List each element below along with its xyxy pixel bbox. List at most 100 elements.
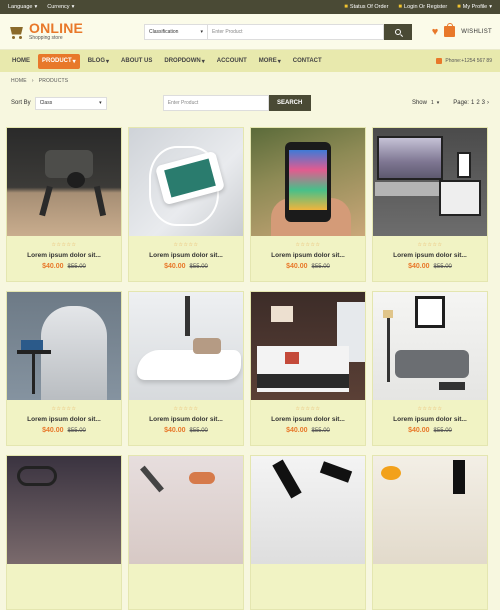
header-search-button[interactable] <box>384 23 412 40</box>
currency-selector[interactable]: Currency ▾ <box>47 4 74 10</box>
product-name[interactable]: Lorem ipsum dolor sit... <box>129 252 243 259</box>
breadcrumb-separator: › <box>31 78 34 84</box>
brand-name: ONLINE <box>29 20 84 36</box>
search-placeholder: Enter Product <box>167 100 199 106</box>
product-price: $40.00 <box>164 427 186 434</box>
product-card[interactable]: ☆☆☆☆☆ Lorem ipsum dolor sit... $40.00 $55… <box>128 291 244 446</box>
product-image-cosmetics[interactable] <box>373 456 487 564</box>
truck-icon: ■ <box>344 4 348 10</box>
nav-account[interactable]: ACCOUNT <box>213 54 251 68</box>
nav-about[interactable]: ABOUT US <box>117 54 156 68</box>
product-name[interactable]: Lorem ipsum dolor sit... <box>373 416 487 423</box>
order-status-link[interactable]: ■ Status Of Order <box>344 4 388 10</box>
product-name[interactable]: Lorem ipsum dolor sit... <box>7 252 121 259</box>
product-image-drone[interactable] <box>7 128 121 236</box>
chevron-down-icon: ▾ <box>106 58 110 65</box>
site-logo[interactable]: ONLINE Shopping store <box>8 20 140 41</box>
product-card[interactable] <box>128 455 244 610</box>
language-selector[interactable]: Language ▾ <box>8 4 37 10</box>
chevron-down-icon: ▾ <box>71 4 75 10</box>
next-page[interactable]: › <box>487 100 489 106</box>
product-image-chair[interactable] <box>7 292 121 400</box>
page-1[interactable]: 1 <box>471 100 474 106</box>
product-search-button[interactable]: SEARCH <box>268 95 311 111</box>
category-value: Classification <box>149 28 179 35</box>
page-3[interactable]: 3 <box>482 100 485 106</box>
nav-dropdown[interactable]: DROPDOWN ▾ <box>160 54 208 69</box>
main-nav: HOME PRODUCT ▾ BLOG ▾ ABOUT US DROPDOWN ▾ A… <box>0 50 500 72</box>
product-toolbar: Sort By Class ▾ Enter Product SEARCH Show… <box>0 90 500 116</box>
site-header: ONLINE Shopping store Classification ▾ En… <box>0 14 500 50</box>
search-icon <box>395 28 401 35</box>
product-name[interactable]: Lorem ipsum dolor sit... <box>7 416 121 423</box>
product-card[interactable]: ☆☆☆☆☆ Lorem ipsum dolor sit... $40.00 $55… <box>250 127 366 282</box>
product-price: $40.00 <box>286 263 308 270</box>
page-2[interactable]: 2 <box>476 100 479 106</box>
product-image-makeup[interactable] <box>129 456 243 564</box>
order-status-label: Status Of Order <box>349 4 389 10</box>
nav-blog[interactable]: BLOG ▾ <box>84 54 113 69</box>
product-card[interactable]: ☆☆☆☆☆ Lorem ipsum dolor sit... $40.00 $55… <box>6 291 122 446</box>
nav-label: CONTACT <box>292 58 322 64</box>
nav-label: MORE <box>258 58 277 64</box>
cart-icon <box>8 25 26 39</box>
shopping-bag-icon[interactable] <box>444 23 456 37</box>
nav-label: HOME <box>12 58 30 64</box>
show-select[interactable]: 1 ▾ <box>431 100 439 106</box>
product-search-input[interactable]: Enter Product <box>162 95 269 111</box>
product-price: $40.00 <box>42 427 64 434</box>
my-profile-menu[interactable]: ■ My Profile ▾ <box>457 4 492 10</box>
nav-product[interactable]: PRODUCT ▾ <box>38 53 80 69</box>
product-name[interactable]: Lorem ipsum dolor sit... <box>251 252 365 259</box>
wishlist-link[interactable]: WISHLIST <box>461 29 492 35</box>
product-price: $40.00 <box>408 427 430 434</box>
chevron-down-icon: ▾ <box>72 58 76 65</box>
product-card[interactable]: ☆☆☆☆☆ Lorem ipsum dolor sit... $40.00 $55… <box>250 291 366 446</box>
product-price: $40.00 <box>42 263 64 270</box>
sort-value: Class <box>39 100 53 106</box>
product-card[interactable] <box>250 455 366 610</box>
login-label: Login Or Register <box>404 4 448 10</box>
product-old-price: $55.00 <box>433 264 452 270</box>
product-image-glasses[interactable] <box>7 456 121 564</box>
product-image-sofa[interactable] <box>373 292 487 400</box>
nav-contact[interactable]: CONTACT <box>289 54 326 68</box>
header-search-input[interactable]: Enter Product <box>208 23 384 40</box>
sort-select[interactable]: Class ▾ <box>34 96 107 110</box>
heart-icon[interactable]: ♥ <box>432 26 439 38</box>
product-name[interactable]: Lorem ipsum dolor sit... <box>129 416 243 423</box>
product-card[interactable]: ☆☆☆☆☆ Lorem ipsum dolor sit... $40.00 $55… <box>372 291 488 446</box>
product-card[interactable]: ☆☆☆☆☆ Lorem ipsum dolor sit... $40.00 $55… <box>6 127 122 282</box>
product-old-price: $55.00 <box>189 264 208 270</box>
product-name[interactable]: Lorem ipsum dolor sit... <box>251 416 365 423</box>
user-icon: ■ <box>457 4 461 10</box>
breadcrumb: HOME › PRODUCTS <box>0 72 500 90</box>
login-register-link[interactable]: ■ Login Or Register <box>398 4 447 10</box>
nav-label: ACCOUNT <box>216 58 247 64</box>
header-search: Classification ▾ Enter Product <box>144 23 412 40</box>
product-image-lounge-chair[interactable] <box>129 292 243 400</box>
rating-stars: ☆☆☆☆☆ <box>417 242 443 248</box>
product-image-laptop[interactable] <box>373 128 487 236</box>
product-card[interactable] <box>6 455 122 610</box>
product-image-phone[interactable] <box>129 128 243 236</box>
profile-label: My Profile <box>462 4 488 10</box>
product-card[interactable]: ☆☆☆☆☆ Lorem ipsum dolor sit... $40.00 $55… <box>372 127 488 282</box>
chevron-down-icon: ▾ <box>277 58 281 65</box>
category-select[interactable]: Classification ▾ <box>144 23 208 40</box>
search-placeholder: Enter Product <box>212 28 243 35</box>
product-image-bedroom[interactable] <box>251 292 365 400</box>
product-card[interactable] <box>372 455 488 610</box>
product-name[interactable]: Lorem ipsum dolor sit... <box>373 252 487 259</box>
product-image-smartphone[interactable] <box>251 128 365 236</box>
product-image-mascara[interactable] <box>251 456 365 564</box>
currency-label: Currency <box>47 4 70 10</box>
breadcrumb-home[interactable]: HOME <box>11 78 27 84</box>
chevron-down-icon: ▾ <box>200 28 203 35</box>
rating-stars: ☆☆☆☆☆ <box>295 242 321 248</box>
product-card[interactable]: ☆☆☆☆☆ Lorem ipsum dolor sit... $40.00 $55… <box>128 127 244 282</box>
nav-more[interactable]: MORE ▾ <box>255 54 285 69</box>
nav-home[interactable]: HOME <box>8 54 34 68</box>
rating-stars: ☆☆☆☆☆ <box>51 406 77 412</box>
chevron-down-icon: ▾ <box>436 100 440 106</box>
